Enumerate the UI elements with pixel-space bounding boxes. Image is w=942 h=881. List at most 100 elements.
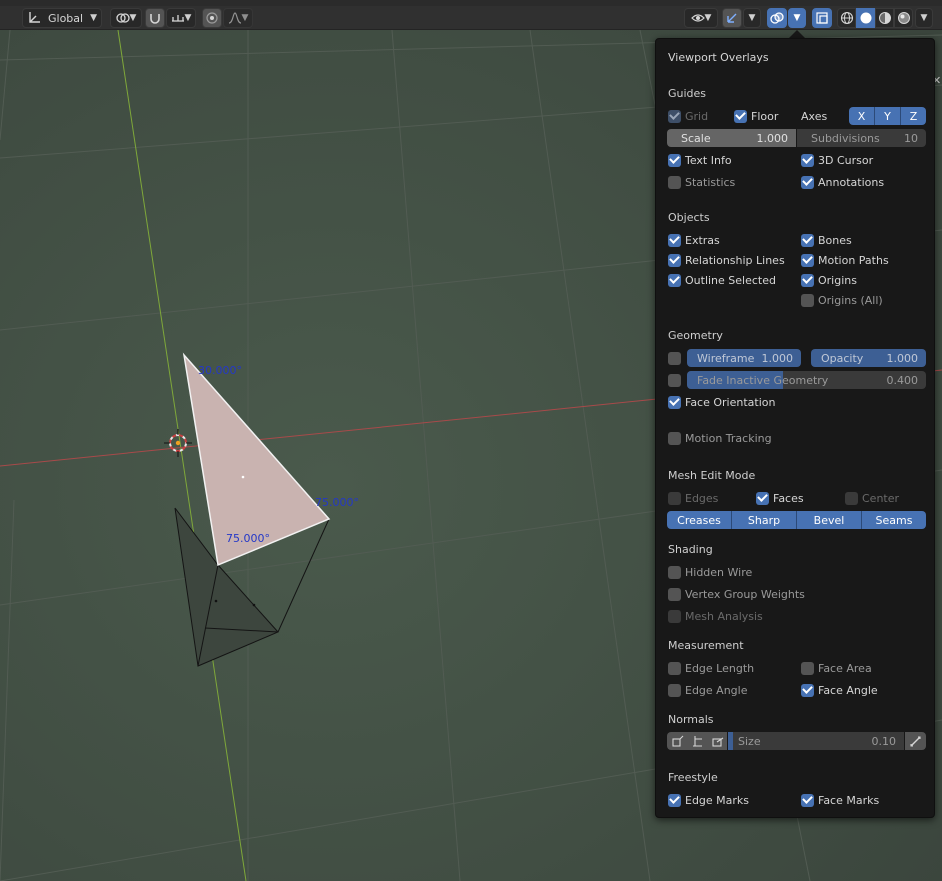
orientation-label: Global: [47, 11, 84, 25]
chevron-down-icon: ▼: [90, 13, 97, 23]
axes-label: Axes: [801, 109, 828, 123]
snap-target-dropdown[interactable]: ▼: [166, 8, 196, 28]
material-shading-button[interactable]: [875, 8, 894, 28]
face-normals-toggle[interactable]: [707, 732, 727, 750]
3d-cursor-checkbox[interactable]: 3D Cursor: [801, 152, 873, 168]
checkbox-box: [668, 373, 681, 387]
checkbox-box: [668, 253, 681, 267]
field-label: Subdivisions: [811, 131, 880, 145]
solid-shading-button[interactable]: [856, 8, 875, 28]
mesh-analysis-checkbox[interactable]: Mesh Analysis: [668, 608, 763, 624]
checkbox-label: Face Orientation: [685, 395, 776, 409]
extras-checkbox[interactable]: Extras: [668, 232, 720, 248]
transform-orientation-dropdown[interactable]: Global ▼: [22, 8, 102, 28]
checkbox-label: Floor: [751, 109, 779, 123]
checkbox-box: [668, 175, 681, 189]
grid-checkbox[interactable]: Grid: [668, 108, 708, 124]
object-visibility-dropdown[interactable]: ▼: [684, 8, 718, 28]
bones-checkbox[interactable]: Bones: [801, 232, 852, 248]
viewport-header: Global ▼ ▼ ▼ ▼ ▼ ▼ ▼ ▼: [0, 6, 942, 30]
checkbox-box: [668, 233, 681, 247]
grid-subdivisions-field[interactable]: Subdivisions 10: [797, 129, 926, 147]
motion-tracking-checkbox[interactable]: Motion Tracking: [668, 430, 772, 446]
pivot-icon: [115, 13, 130, 23]
checkbox-label: Face Area: [818, 661, 872, 675]
checkbox-box: [668, 491, 681, 505]
origins-checkbox[interactable]: Origins: [801, 272, 857, 288]
overlays-toggle-button[interactable]: [767, 8, 787, 28]
field-value: 0.10: [871, 734, 897, 748]
checkbox-label: Edges: [685, 491, 719, 505]
edge-length-checkbox[interactable]: Edge Length: [668, 660, 754, 676]
rendered-shading-button[interactable]: [894, 8, 913, 28]
hidden-wire-checkbox[interactable]: Hidden Wire: [668, 564, 752, 580]
center-checkbox[interactable]: Center: [845, 490, 899, 506]
checkbox-label: Edge Angle: [685, 683, 748, 697]
pivot-point-dropdown[interactable]: ▼: [110, 8, 142, 28]
wireframe-checkbox[interactable]: [668, 350, 685, 366]
snap-toggle-button[interactable]: [145, 8, 165, 28]
constant-screen-size-toggle[interactable]: [905, 732, 926, 750]
edge-angle-checkbox[interactable]: Edge Angle: [668, 682, 747, 698]
checkbox-box: [756, 491, 769, 505]
checkbox-label: Bones: [818, 233, 852, 247]
split-normal-icon: [692, 735, 702, 747]
checkbox-box: [668, 609, 681, 623]
checkbox-label: Outline Selected: [685, 273, 776, 287]
floor-checkbox[interactable]: Floor: [734, 108, 778, 124]
checkbox-label: Edge Length: [685, 661, 755, 675]
checkbox-label: Vertex Group Weights: [685, 587, 805, 601]
vertex-normals-toggle[interactable]: [667, 732, 687, 750]
proportional-editing-toggle[interactable]: [202, 8, 222, 28]
bevel-toggle[interactable]: Bevel: [797, 511, 862, 529]
orientation-icon: [29, 12, 40, 23]
outline-selected-checkbox[interactable]: Outline Selected: [668, 272, 776, 288]
shading-options-dropdown[interactable]: ▼: [915, 8, 933, 28]
grid-scale-field[interactable]: Scale 1.000: [667, 129, 796, 147]
field-label: Wireframe: [697, 351, 755, 365]
axis-x-toggle[interactable]: X: [849, 107, 875, 125]
checkbox-box: [801, 233, 814, 247]
faces-checkbox[interactable]: Faces: [756, 490, 804, 506]
sharp-toggle[interactable]: Sharp: [732, 511, 797, 529]
face-angle-label: 75.000°: [315, 496, 359, 509]
proportional-falloff-dropdown[interactable]: ▼: [223, 8, 253, 28]
seams-toggle[interactable]: Seams: [862, 511, 926, 529]
origins-all-checkbox[interactable]: Origins (All): [801, 292, 883, 308]
normals-size-field[interactable]: Size 0.10: [728, 732, 904, 750]
checkbox-label: Grid: [685, 109, 709, 123]
face-orientation-checkbox[interactable]: Face Orientation: [668, 394, 775, 410]
vertex-group-weights-checkbox[interactable]: Vertex Group Weights: [668, 586, 805, 602]
edge-marks-checkbox[interactable]: Edge Marks: [668, 792, 749, 808]
motion-paths-checkbox[interactable]: Motion Paths: [801, 252, 889, 268]
wireframe-opacity-field[interactable]: Opacity 1.000: [811, 349, 926, 367]
face-area-checkbox[interactable]: Face Area: [801, 660, 872, 676]
face-marks-checkbox[interactable]: Face Marks: [801, 792, 879, 808]
edges-checkbox[interactable]: Edges: [668, 490, 718, 506]
checkbox-box: [801, 175, 814, 189]
gizmos-dropdown[interactable]: ▼: [743, 8, 761, 28]
text-info-checkbox[interactable]: Text Info: [668, 152, 732, 168]
fade-inactive-geometry-field[interactable]: Fade Inactive Geometry 0.400: [687, 371, 926, 389]
overlays-dropdown[interactable]: ▼: [788, 8, 806, 28]
fade-inactive-checkbox[interactable]: [668, 372, 685, 388]
creases-toggle[interactable]: Creases: [667, 511, 732, 529]
checkbox-label: 3D Cursor: [818, 153, 874, 167]
wireframe-threshold-field[interactable]: Wireframe 1.000: [687, 349, 801, 367]
checkbox-box: [668, 351, 681, 365]
axis-y-toggle[interactable]: Y: [875, 107, 901, 125]
axis-z-toggle[interactable]: Z: [901, 107, 926, 125]
face-angle-checkbox[interactable]: Face Angle: [801, 682, 878, 698]
field-label: Scale: [681, 131, 711, 145]
xray-toggle-button[interactable]: [812, 8, 832, 28]
field-value: 0.400: [886, 373, 919, 387]
wireframe-shading-button[interactable]: [837, 8, 856, 28]
gizmos-toggle-button[interactable]: [722, 8, 742, 28]
split-normals-toggle[interactable]: [687, 732, 707, 750]
gizmo-icon: [727, 13, 737, 23]
annotations-checkbox[interactable]: Annotations: [801, 174, 884, 190]
field-value: 10: [904, 131, 918, 145]
checkbox-box: [668, 153, 681, 167]
relationship-lines-checkbox[interactable]: Relationship Lines: [668, 252, 785, 268]
statistics-checkbox[interactable]: Statistics: [668, 174, 735, 190]
